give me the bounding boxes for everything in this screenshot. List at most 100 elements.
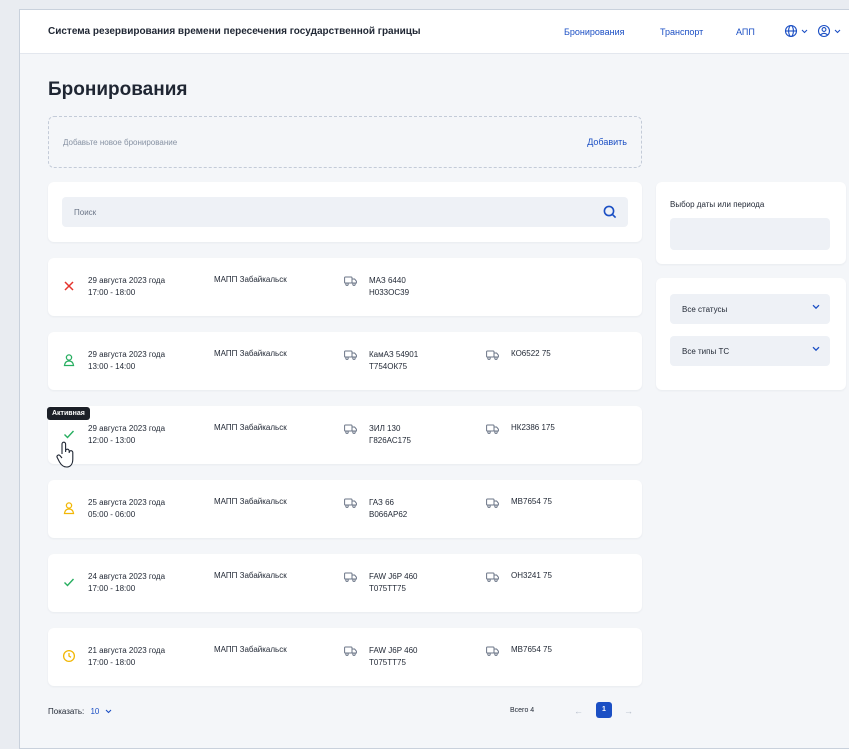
page-button-current[interactable]: 1 bbox=[596, 702, 612, 718]
booking-vehicle: FAW J6P 460 Т075ТТ75 bbox=[369, 645, 417, 669]
booking-time: 05:00 - 06:00 bbox=[88, 510, 136, 519]
truck-icon bbox=[344, 572, 357, 582]
app-title: Система резервирования времени пересечен… bbox=[48, 26, 421, 37]
booking-date: 29 августа 2023 года bbox=[88, 276, 166, 285]
page-title: Бронирования bbox=[48, 79, 188, 100]
app-window: Система резервирования времени пересечен… bbox=[19, 9, 849, 749]
booking-datetime: 29 августа 2023 года 13:00 - 14:00 bbox=[88, 349, 165, 373]
chevron-down-icon bbox=[812, 346, 820, 352]
chevron-down-icon bbox=[812, 304, 820, 310]
status-select-value: Все статусы bbox=[682, 305, 728, 314]
vehicle-model: ГАЗ 66 bbox=[369, 498, 394, 507]
booking-row[interactable]: 21 августа 2023 года 17:00 - 18:00 МАПП … bbox=[48, 628, 642, 686]
date-picker-field[interactable] bbox=[670, 218, 830, 250]
booking-date: 25 августа 2023 года bbox=[88, 498, 166, 507]
booking-vehicle: FAW J6P 460 Т075ТТ75 bbox=[369, 571, 417, 595]
page-size-control[interactable]: Показать: 10 bbox=[48, 707, 112, 716]
date-filter-card: Выбор даты или периода bbox=[656, 182, 846, 264]
booking-row[interactable]: 29 августа 2023 года 13:00 - 14:00 МАПП … bbox=[48, 332, 642, 390]
status-tooltip: Активная bbox=[47, 407, 90, 420]
booking-time: 17:00 - 18:00 bbox=[88, 658, 136, 667]
add-booking-hint: Добавьте новое бронирование bbox=[63, 138, 178, 147]
trailer-plate: МВ7654 75 bbox=[511, 497, 552, 506]
booking-time: 13:00 - 14:00 bbox=[88, 362, 136, 371]
trailer-plate: КО6522 75 bbox=[511, 349, 551, 358]
booking-vehicle: КамАЗ 54901 Т754ОК75 bbox=[369, 349, 418, 373]
chevron-down-icon bbox=[834, 29, 841, 33]
vehicle-model: МАЗ 6440 bbox=[369, 276, 406, 285]
booking-datetime: 25 августа 2023 года 05:00 - 06:00 bbox=[88, 497, 165, 521]
user-menu[interactable] bbox=[817, 23, 847, 39]
truck-icon bbox=[344, 646, 357, 656]
vehicle-plate: Н033ОС39 bbox=[369, 288, 410, 297]
person-icon[interactable] bbox=[62, 353, 76, 367]
booking-time: 17:00 - 18:00 bbox=[88, 584, 136, 593]
booking-datetime: 24 августа 2023 года 17:00 - 18:00 bbox=[88, 571, 165, 595]
booking-time: 17:00 - 18:00 bbox=[88, 288, 136, 297]
chevron-down-icon bbox=[105, 709, 111, 714]
language-switcher[interactable] bbox=[784, 23, 812, 39]
truck-icon bbox=[344, 276, 357, 286]
check-icon[interactable] bbox=[62, 427, 76, 441]
add-booking-panel: Добавьте новое бронирование Добавить bbox=[48, 116, 642, 168]
status-select[interactable]: Все статусы bbox=[670, 294, 830, 324]
person-icon[interactable] bbox=[62, 501, 76, 515]
vehicle-type-select-value: Все типы ТС bbox=[682, 347, 730, 356]
booking-vehicle: МАЗ 6440 Н033ОС39 bbox=[369, 275, 409, 299]
booking-row[interactable]: 29 августа 2023 года 12:00 - 13:00 МАПП … bbox=[48, 406, 642, 464]
vehicle-model: FAW J6P 460 bbox=[369, 572, 418, 581]
booking-row[interactable]: 29 августа 2023 года 17:00 - 18:00 МАПП … bbox=[48, 258, 642, 316]
chevron-down-icon bbox=[801, 29, 808, 33]
trailer-icon bbox=[486, 424, 499, 434]
total-count: Всего 4 bbox=[510, 707, 535, 714]
booking-vehicle: ГАЗ 66 В066АР62 bbox=[369, 497, 407, 521]
trailer-icon bbox=[486, 572, 499, 582]
vehicle-model: ЗИЛ 130 bbox=[369, 424, 401, 433]
booking-checkpoint: МАПП Забайкальск bbox=[214, 423, 287, 432]
truck-icon bbox=[344, 350, 357, 360]
trailer-icon bbox=[486, 350, 499, 360]
clock-icon[interactable] bbox=[62, 649, 76, 663]
booking-checkpoint: МАПП Забайкальск bbox=[214, 497, 287, 506]
date-filter-label: Выбор даты или периода bbox=[670, 200, 765, 209]
booking-date: 29 августа 2023 года bbox=[88, 350, 166, 359]
add-booking-button[interactable]: Добавить bbox=[587, 137, 627, 147]
vehicle-plate: Т075ТТ75 bbox=[369, 584, 406, 593]
booking-date: 29 августа 2023 года bbox=[88, 424, 166, 433]
search-placeholder: Поиск bbox=[74, 208, 97, 217]
globe-icon bbox=[784, 24, 798, 38]
booking-date: 24 августа 2023 года bbox=[88, 572, 166, 581]
vehicle-type-select[interactable]: Все типы ТС bbox=[670, 336, 830, 366]
search-card: Поиск bbox=[48, 182, 642, 242]
nav-app[interactable]: АПП bbox=[736, 27, 755, 37]
vehicle-model: КамАЗ 54901 bbox=[369, 350, 419, 359]
booking-time: 12:00 - 13:00 bbox=[88, 436, 136, 445]
vehicle-plate: Т075ТТ75 bbox=[369, 658, 406, 667]
nav-bookings[interactable]: Бронирования bbox=[564, 27, 624, 37]
filters-card: Все статусы Все типы ТС bbox=[656, 278, 846, 390]
trailer-icon bbox=[486, 646, 499, 656]
trailer-icon bbox=[486, 498, 499, 508]
x-icon[interactable] bbox=[62, 279, 76, 293]
truck-icon bbox=[344, 498, 357, 508]
next-page-icon[interactable]: → bbox=[624, 706, 633, 716]
search-input[interactable]: Поиск bbox=[62, 197, 628, 227]
booking-row[interactable]: 25 августа 2023 года 05:00 - 06:00 МАПП … bbox=[48, 480, 642, 538]
vehicle-plate: Т754ОК75 bbox=[369, 362, 408, 371]
vehicle-model: FAW J6P 460 bbox=[369, 646, 418, 655]
booking-checkpoint: МАПП Забайкальск bbox=[214, 571, 287, 580]
check-icon[interactable] bbox=[62, 575, 76, 589]
nav-transport[interactable]: Транспорт bbox=[660, 27, 703, 37]
page-size-value[interactable]: 10 bbox=[90, 707, 99, 716]
booking-datetime: 29 августа 2023 года 17:00 - 18:00 bbox=[88, 275, 165, 299]
page-size-label: Показать: bbox=[48, 707, 85, 716]
booking-vehicle: ЗИЛ 130 Г826АС175 bbox=[369, 423, 411, 447]
booking-datetime: 29 августа 2023 года 12:00 - 13:00 bbox=[88, 423, 165, 447]
booking-row[interactable]: 24 августа 2023 года 17:00 - 18:00 МАПП … bbox=[48, 554, 642, 612]
top-bar: Система резервирования времени пересечен… bbox=[20, 10, 849, 54]
prev-page-icon[interactable]: ← bbox=[574, 706, 583, 716]
search-icon[interactable] bbox=[602, 204, 618, 220]
vehicle-plate: В066АР62 bbox=[369, 510, 408, 519]
booking-checkpoint: МАПП Забайкальск bbox=[214, 645, 287, 654]
booking-date: 21 августа 2023 года bbox=[88, 646, 166, 655]
